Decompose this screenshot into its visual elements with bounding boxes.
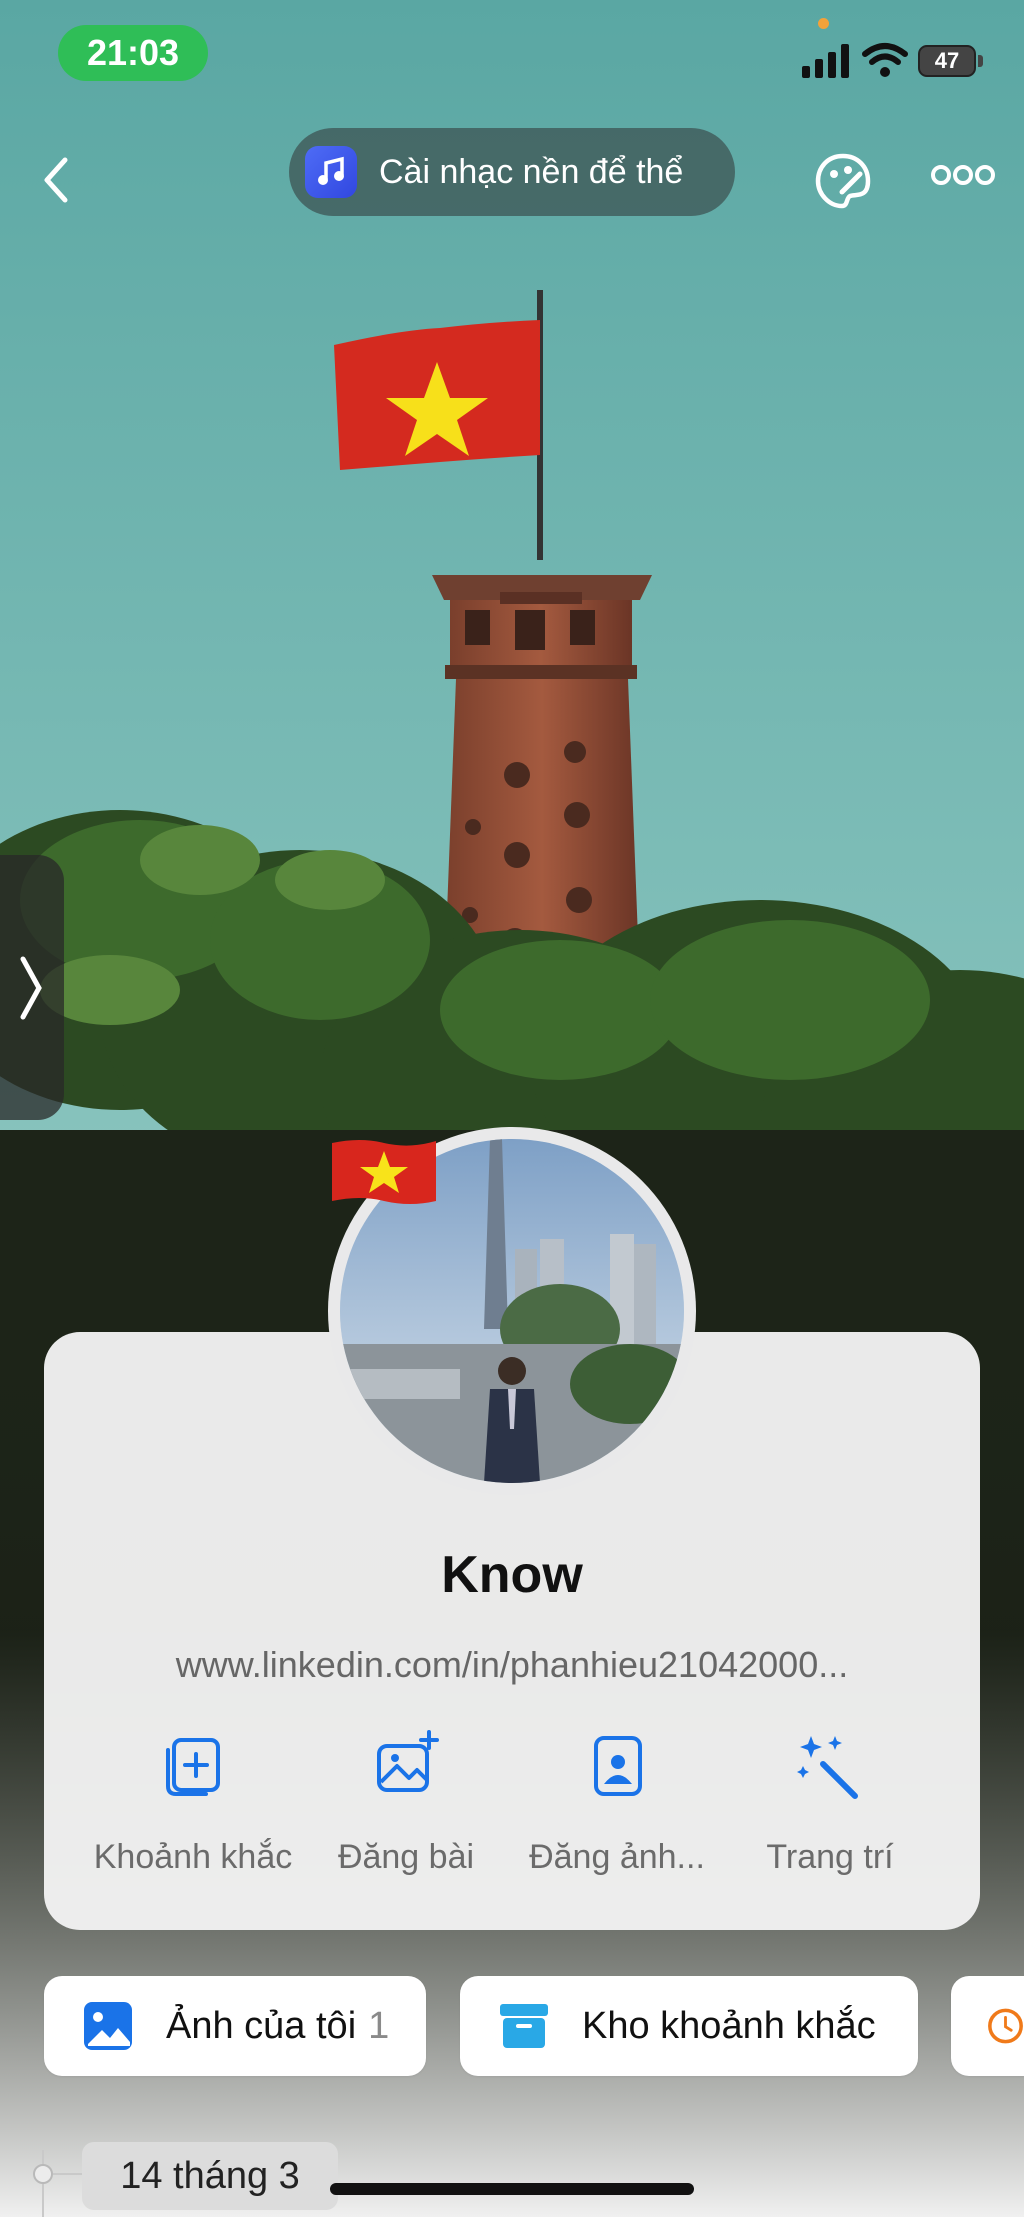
action-label: Đăng bài [337, 1838, 475, 1876]
battery-cap [978, 55, 983, 67]
action-label: Khoảnh khắc [93, 1838, 293, 1876]
my-photos-button[interactable]: Ảnh của tôi 1 [44, 1976, 426, 2076]
status-time: 21:03 [58, 25, 208, 81]
action-label: Trang trí [766, 1838, 894, 1876]
add-photo-icon [377, 1730, 439, 1792]
image-icon [84, 2002, 132, 2050]
music-note-icon [305, 146, 357, 198]
background-music-button[interactable]: Cài nhạc nền để thể [289, 128, 735, 216]
privacy-indicator-dot [818, 18, 829, 29]
add-moment-icon [166, 1738, 220, 1796]
cellular-signal-icon [802, 44, 849, 78]
moments-archive-button[interactable]: Kho khoảnh khắc [460, 1976, 918, 2076]
palette-icon[interactable] [812, 150, 874, 212]
action-upload-photo-button[interactable]: Đăng ảnh... [507, 1730, 727, 1890]
action-label: Đăng ảnh... [529, 1838, 705, 1876]
portrait-upload-icon [594, 1736, 642, 1796]
more-horizontal-icon[interactable] [930, 160, 996, 190]
home-indicator[interactable] [330, 2183, 694, 2195]
archive-box-icon [500, 2004, 548, 2048]
memories-button[interactable] [951, 1976, 1024, 2076]
magic-wand-icon [797, 1736, 858, 1799]
action-decorate-button[interactable]: Trang trí [720, 1730, 940, 1890]
profile-name: Know [441, 1546, 583, 1604]
background-music-label: Cài nhạc nền để thể [379, 152, 684, 191]
chevron-left-icon [44, 157, 68, 203]
side-panel-handle[interactable] [0, 855, 64, 1120]
my-photos-label: Ảnh của tôi 1 [166, 2004, 390, 2047]
my-photos-count: 1 [368, 2004, 390, 2047]
action-moment-button[interactable]: Khoảnh khắc [83, 1730, 303, 1890]
profile-bio-link[interactable]: www.linkedin.com/in/phanhieu21042000... [44, 1644, 980, 1686]
moments-archive-label: Kho khoảnh khắc [582, 2004, 876, 2047]
timeline-dot [33, 2164, 53, 2184]
vietnam-flag-icon [332, 1140, 436, 1204]
timeline-date: 14 tháng 3 [82, 2142, 338, 2210]
back-button[interactable] [30, 150, 82, 210]
timeline-connector [53, 2173, 83, 2175]
battery-indicator: 47 [918, 45, 976, 77]
chevron-right-icon [20, 956, 42, 1019]
wifi-icon [862, 43, 908, 77]
clock-icon [988, 2008, 1023, 2044]
action-post-button[interactable]: Đăng bài [296, 1730, 516, 1890]
